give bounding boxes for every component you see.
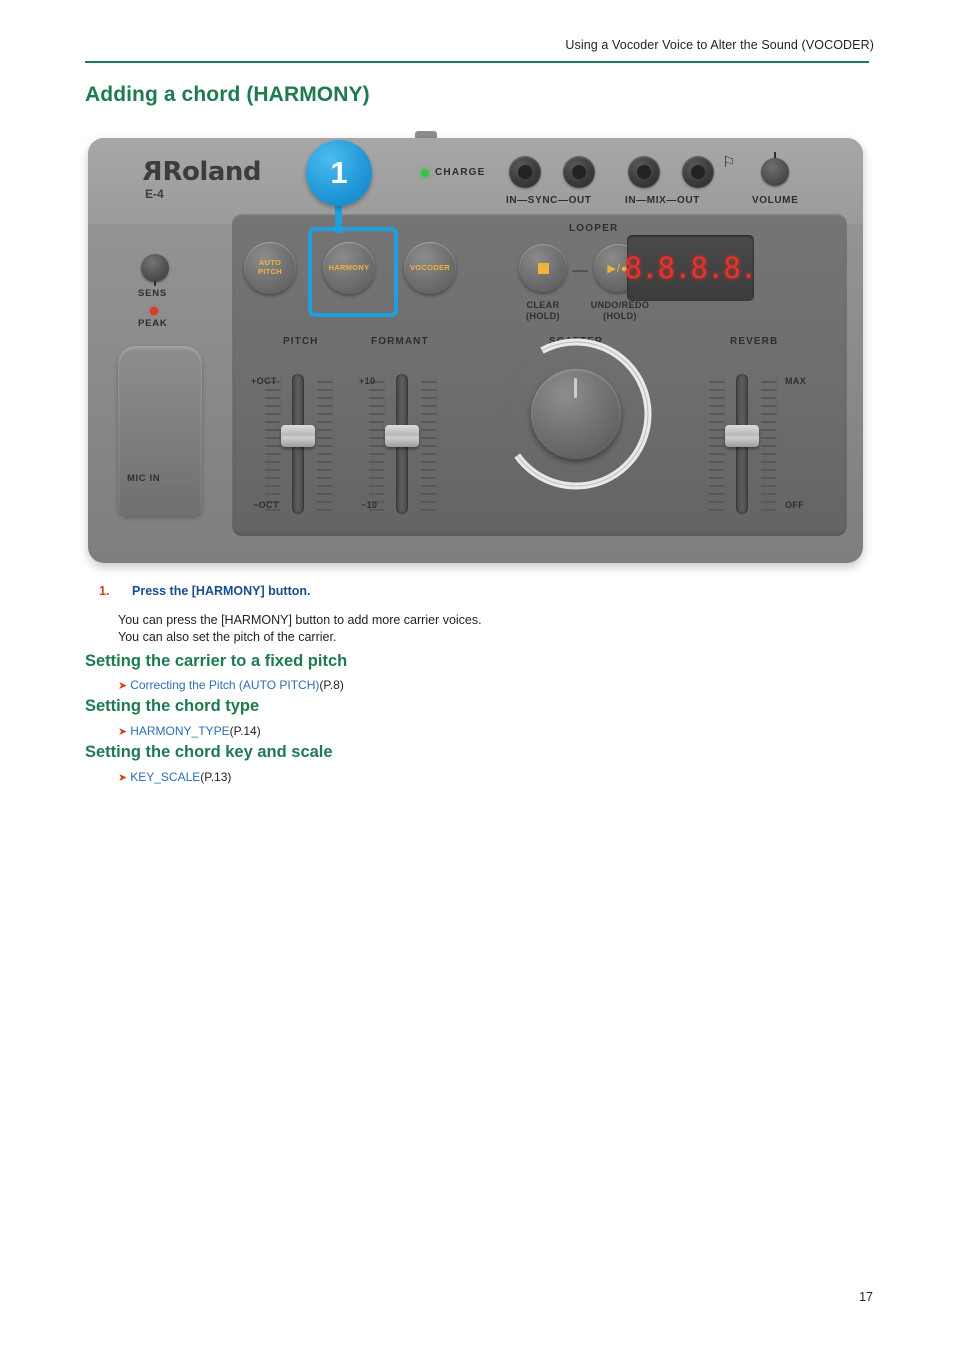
auto-pitch-label: AUTO PITCH — [258, 258, 282, 276]
reverb-bottom-label: OFF — [785, 500, 805, 510]
pitch-slider-knob[interactable] — [281, 425, 315, 447]
pitch-section-label: PITCH — [283, 336, 319, 347]
pitch-bottom-label: −OCT — [253, 500, 279, 510]
formant-bottom-label: −10 — [361, 500, 378, 510]
cross-ref-auto-pitch[interactable]: ➤ Correcting the Pitch (AUTO PITCH)(P.8) — [118, 678, 344, 692]
led-display-digits: 8.8.8.8. — [624, 251, 758, 285]
peak-label: PEAK — [138, 318, 168, 329]
mix-jacks-label: IN—MIX—OUT — [625, 195, 700, 206]
reverb-top-label: MAX — [785, 376, 807, 386]
roland-wordmark: Roland — [162, 157, 262, 187]
jack-inner-icon — [637, 165, 651, 179]
cross-ref-harmony-type[interactable]: ➤ HARMONY_TYPE(P.14) — [118, 724, 261, 738]
peak-led-icon — [150, 307, 158, 315]
looper-section-label: LOOPER — [569, 223, 619, 234]
auto-pitch-button[interactable]: AUTO PITCH — [244, 242, 296, 294]
header-divider — [85, 61, 869, 63]
pitch-top-label: +OCT — [251, 376, 277, 386]
volume-knob[interactable] — [761, 158, 789, 186]
undo-redo-hold-label: UNDO/REDO (HOLD) — [590, 300, 650, 322]
sens-knob[interactable] — [141, 254, 169, 282]
stop-square-icon — [537, 262, 549, 274]
page-title: Adding a chord (HARMONY) — [85, 83, 370, 106]
formant-slider-knob[interactable] — [385, 425, 419, 447]
jack-inner-icon — [572, 165, 586, 179]
scatter-knob-indicator — [574, 378, 577, 398]
pitch-ticks-left — [265, 381, 281, 517]
page-number: 17 — [859, 1290, 873, 1304]
device-illustration: RRoland E-4 CHARGE ⚐ IN—SYNC—OUT IN—MIX—… — [85, 131, 870, 568]
headphone-icon: ⚐ — [722, 154, 736, 171]
charge-label: CHARGE — [435, 167, 486, 178]
reverb-ticks-right — [761, 381, 777, 517]
jack-inner-icon — [518, 165, 532, 179]
vocoder-label: VOCODER — [409, 262, 451, 272]
body-line-2: You can also set the pitch of the carrie… — [118, 630, 337, 644]
looper-clear-button[interactable] — [519, 244, 567, 292]
jack-inner-icon — [691, 165, 705, 179]
model-name: E-4 — [145, 187, 164, 201]
cross-ref-page: (P.13) — [200, 770, 232, 784]
reverb-ticks-left — [709, 381, 725, 517]
cross-ref-page: (P.14) — [229, 724, 261, 738]
arrow-icon: ➤ — [118, 680, 128, 692]
step-instruction: Press the [HARMONY] button. — [132, 584, 311, 598]
subsection-heading-chord-type: Setting the chord type — [85, 697, 260, 715]
formant-section-label: FORMANT — [371, 336, 429, 347]
cross-ref-link-text[interactable]: Correcting the Pitch (AUTO PITCH) — [130, 678, 319, 692]
subsection-heading-fixed-pitch: Setting the carrier to a fixed pitch — [85, 652, 348, 670]
body-line-1: You can press the [HARMONY] button to ad… — [118, 613, 482, 627]
cross-ref-link-text[interactable]: HARMONY_TYPE — [130, 724, 229, 738]
step-number: 1. — [99, 584, 110, 598]
formant-top-label: +10 — [359, 376, 376, 386]
looper-connector — [572, 270, 588, 272]
arrow-icon: ➤ — [118, 772, 128, 784]
callout-badge-1: 1 — [306, 140, 372, 206]
mic-in-label: MIC IN — [127, 473, 161, 484]
cross-ref-link-text[interactable]: KEY_SCALE — [130, 770, 200, 784]
formant-ticks-right — [421, 381, 437, 517]
clear-hold-label: CLEAR (HOLD) — [526, 300, 560, 322]
sync-jacks-label: IN—SYNC—OUT — [506, 195, 592, 206]
pitch-ticks-right — [317, 381, 333, 517]
callout-highlight-box — [308, 227, 398, 317]
roland-logo: RRoland — [143, 157, 262, 187]
mic-input-block — [118, 346, 202, 516]
vocoder-button[interactable]: VOCODER — [404, 242, 456, 294]
jack-sync-out[interactable] — [563, 156, 595, 188]
charge-led-icon — [421, 169, 429, 177]
subsection-heading-key-scale: Setting the chord key and scale — [85, 743, 333, 761]
volume-knob-indicator — [774, 152, 776, 158]
volume-label: VOLUME — [752, 195, 799, 206]
reverb-section-label: REVERB — [730, 336, 779, 347]
document-page: Using a Vocoder Voice to Alter the Sound… — [0, 0, 954, 1350]
formant-ticks-left — [369, 381, 385, 517]
arrow-icon: ➤ — [118, 726, 128, 738]
cross-ref-page: (P.8) — [319, 678, 344, 692]
cross-ref-key-scale[interactable]: ➤ KEY_SCALE(P.13) — [118, 770, 231, 784]
sens-indicator — [154, 281, 156, 286]
reverb-slider-knob[interactable] — [725, 425, 759, 447]
jack-mix-in[interactable] — [628, 156, 660, 188]
sens-label: SENS — [138, 288, 168, 299]
jack-mix-out[interactable] — [682, 156, 714, 188]
jack-sync-in[interactable] — [509, 156, 541, 188]
running-header: Using a Vocoder Voice to Alter the Sound… — [565, 38, 874, 52]
led-display: 8.8.8.8. — [624, 235, 758, 301]
